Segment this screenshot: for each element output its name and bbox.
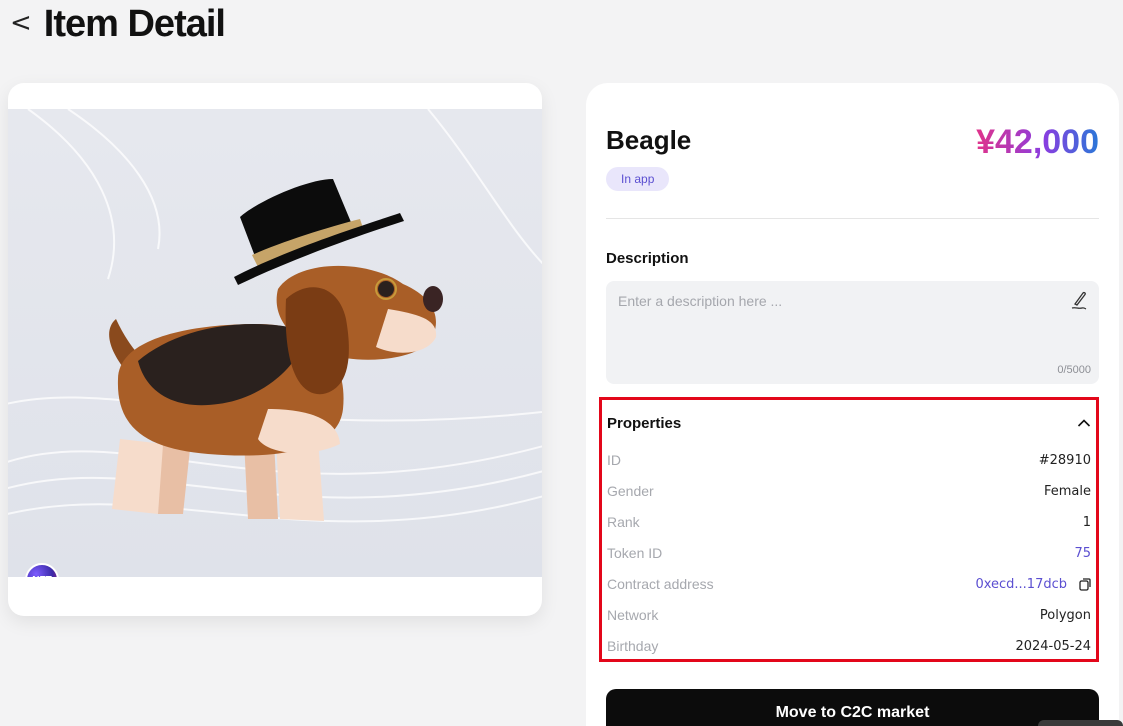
property-key: Gender — [607, 483, 654, 499]
property-value: Polygon — [1039, 607, 1091, 623]
copy-icon[interactable] — [1079, 577, 1091, 591]
description-field[interactable]: Enter a description here ... 0/5000 — [606, 281, 1099, 384]
page-header: < Item Detail — [10, 2, 226, 46]
property-row-rank: Rank 1 — [607, 511, 1091, 533]
pen-icon[interactable] — [1069, 289, 1089, 311]
property-key: Birthday — [607, 638, 659, 654]
overlay-chip — [1038, 720, 1123, 726]
property-row-contract-address: Contract address 0xecd...17dcb — [607, 573, 1091, 595]
property-row-token-id: Token ID 75 — [607, 542, 1091, 564]
property-row-id: ID #28910 — [607, 449, 1091, 471]
nft-image: NFT — [8, 109, 542, 577]
character-count: 0/5000 — [1057, 364, 1091, 376]
token-id-link[interactable]: 75 — [1074, 546, 1091, 561]
detail-panel: Beagle ¥42,000 In app Description Enter … — [586, 83, 1119, 726]
contract-address-link[interactable]: 0xecd...17dcb — [975, 577, 1067, 592]
page-title: Item Detail — [43, 2, 226, 45]
property-value: 1 — [1082, 514, 1091, 530]
property-key: Contract address — [607, 576, 714, 592]
back-button[interactable]: < — [10, 10, 32, 36]
property-key: Rank — [607, 514, 640, 530]
item-price: ¥42,000 — [976, 123, 1099, 161]
property-value: Female — [1043, 483, 1091, 499]
description-label: Description — [606, 250, 689, 267]
chevron-up-icon[interactable] — [1077, 418, 1091, 428]
property-key: Network — [607, 607, 659, 623]
status-badge: In app — [606, 167, 670, 191]
property-key: Token ID — [607, 545, 663, 561]
property-value: 2024-05-24 — [1015, 638, 1091, 654]
properties-section: Properties ID #28910 Gender Female Rank … — [599, 397, 1099, 662]
contract-address-group: 0xecd...17dcb — [975, 577, 1091, 592]
property-row-birthday: Birthday 2024-05-24 — [607, 635, 1091, 657]
beagle-illustration — [8, 109, 542, 523]
properties-title: Properties — [607, 414, 682, 432]
item-name: Beagle — [606, 125, 692, 155]
properties-header[interactable]: Properties — [607, 412, 1091, 434]
nft-image-card: NFT — [8, 83, 542, 616]
property-key: ID — [607, 452, 621, 468]
description-placeholder: Enter a description here ... — [618, 293, 783, 309]
move-to-c2c-market-button[interactable]: Move to C2C market — [606, 689, 1099, 726]
divider — [606, 218, 1099, 219]
property-row-gender: Gender Female — [607, 480, 1091, 502]
property-row-network: Network Polygon — [607, 604, 1091, 626]
property-value: #28910 — [1038, 452, 1091, 468]
